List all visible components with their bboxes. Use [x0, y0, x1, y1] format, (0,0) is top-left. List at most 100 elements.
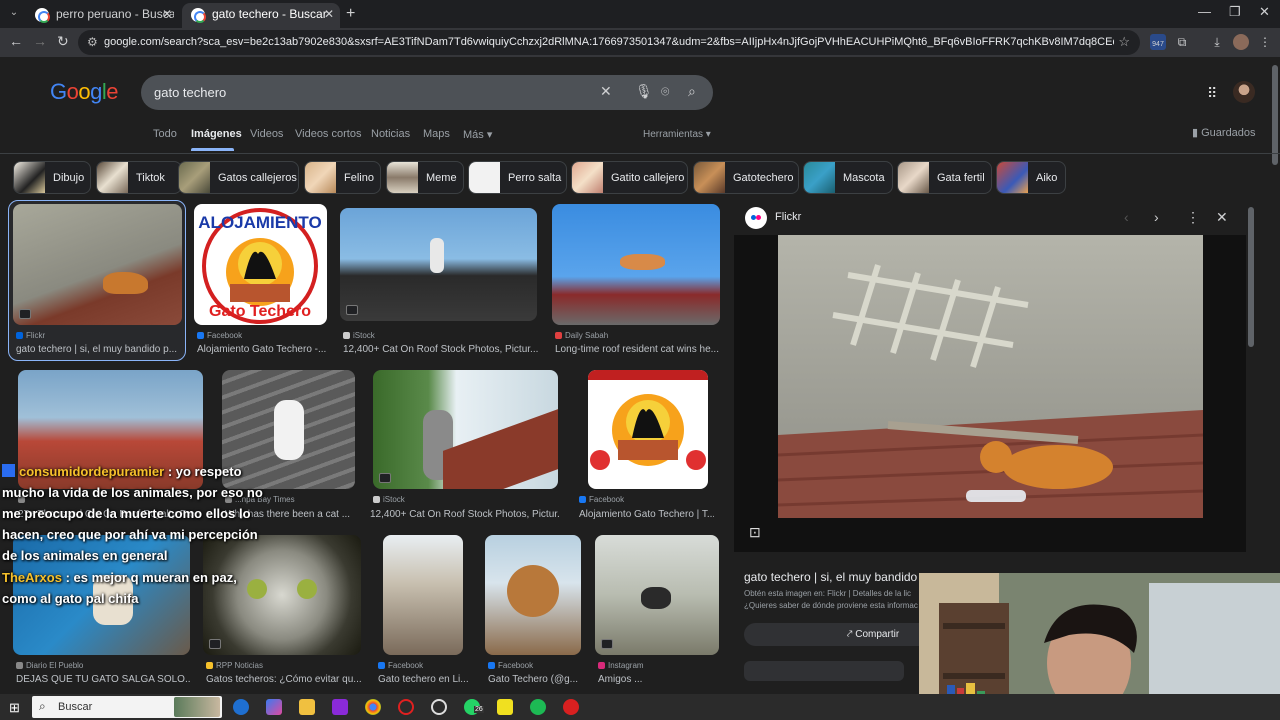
result-title[interactable]: Gato techero en Li... [378, 674, 468, 685]
close-panel-icon[interactable]: ✕ [1216, 209, 1228, 226]
spotify-icon[interactable] [530, 699, 546, 715]
microphone-icon[interactable]: 🎙 [635, 83, 653, 100]
tab-videos-cortos[interactable]: Videos cortos [295, 128, 361, 140]
search-icon[interactable]: ⌕ [688, 83, 696, 100]
address-bar[interactable]: ⚙ google.com/search?sca_esv=be2c13ab7902… [78, 30, 1140, 55]
chip-thumbnail [804, 162, 835, 193]
google-logo[interactable]: Google [50, 79, 119, 105]
chip-aiko[interactable]: Aiko [996, 161, 1066, 194]
panel-scrollbar[interactable] [1248, 207, 1254, 347]
lens-search-icon[interactable]: ⊡ [749, 524, 761, 541]
result-title[interactable]: gato techero | si, el muy bandido p... [16, 344, 181, 355]
more-options-icon[interactable]: ⋮ [1186, 209, 1200, 226]
herramientas-button[interactable]: Herramientas ▾ [643, 129, 711, 140]
new-tab-icon[interactable]: + [346, 5, 355, 23]
panel-site-name[interactable]: Flickr [775, 211, 801, 223]
url-text[interactable]: google.com/search?sca_esv=be2c13ab7902e8… [104, 36, 1114, 48]
tab-mas[interactable]: Más ▾ [463, 128, 492, 141]
result-source: Daily Sabah [555, 331, 608, 340]
close-tab-icon[interactable]: ✕ [324, 3, 334, 26]
windows-start-icon[interactable]: ⊞ [9, 700, 20, 716]
chip-gatito-callejero[interactable]: Gatito callejero [571, 161, 688, 194]
chip-gatotechero[interactable]: Gatotechero [693, 161, 799, 194]
tab-imagenes[interactable]: Imágenes [191, 128, 242, 140]
cat-shape [103, 272, 148, 294]
forward-icon[interactable]: → [33, 33, 47, 49]
chip-tiktok[interactable]: Tiktok [96, 161, 182, 194]
chip-thumbnail [469, 162, 500, 193]
result-image[interactable] [13, 204, 182, 325]
result-image[interactable] [552, 204, 720, 325]
tab-todo[interactable]: Todo [153, 128, 177, 140]
chip-dibujo[interactable]: Dibujo [13, 161, 91, 194]
notes-icon[interactable] [497, 699, 513, 715]
chip-perro-salta[interactable]: Perro salta [468, 161, 567, 194]
chrome-icon[interactable] [365, 699, 381, 715]
whatsapp-badge: 26 [474, 706, 484, 713]
app-icon[interactable] [332, 699, 348, 715]
result-source: Instagram [598, 661, 644, 670]
google-apps-icon[interactable]: ⠿ [1207, 85, 1217, 102]
chip-meme[interactable]: Meme [386, 161, 464, 194]
result-title[interactable]: 12,400+ Cat On Roof Stock Photos, Pictur… [370, 509, 560, 520]
opera-icon[interactable] [398, 699, 414, 715]
result-image[interactable] [588, 370, 708, 489]
chip-mascota[interactable]: Mascota [803, 161, 893, 194]
tab-search-icon[interactable]: ⌄ [6, 5, 22, 21]
restore-icon[interactable]: ❐ [1229, 4, 1241, 20]
account-avatar[interactable] [1233, 81, 1255, 103]
kebab-menu-icon[interactable]: ⋮ [1257, 34, 1273, 50]
result-image[interactable] [383, 535, 463, 655]
result-image[interactable]: ALOJAMIENTO Gato Techero [194, 204, 327, 325]
result-title[interactable]: Gato Techero (@g... [488, 674, 583, 685]
clear-search-icon[interactable]: ✕ [600, 83, 612, 100]
result-title[interactable]: Long-time roof resident cat wins he... [555, 344, 720, 355]
tab-gato-techero[interactable]: gato techero - Buscar con Goo ✕ [182, 3, 340, 28]
back-icon[interactable]: ← [9, 33, 23, 49]
result-title[interactable]: Gatos techeros: ¿Cómo evitar qu... [206, 674, 361, 685]
next-image-icon[interactable]: › [1154, 209, 1159, 225]
previous-image-icon[interactable]: ‹ [1124, 209, 1129, 225]
search-input[interactable]: gato techero [154, 85, 226, 100]
panel-related-thumb[interactable] [744, 661, 904, 681]
close-tab-icon[interactable]: ✕ [162, 3, 172, 26]
result-title[interactable]: Alojamiento Gato Techero | T... [579, 509, 714, 520]
result-image[interactable] [340, 208, 537, 321]
site-info-icon[interactable]: ⚙ [87, 35, 98, 49]
profile-avatar-icon[interactable] [1233, 34, 1249, 50]
chip-felino[interactable]: Felino [304, 161, 381, 194]
result-image[interactable] [373, 370, 558, 489]
reload-icon[interactable]: ↻ [57, 33, 69, 50]
result-image[interactable] [595, 535, 719, 655]
file-explorer-icon[interactable] [299, 699, 315, 715]
result-image[interactable] [485, 535, 581, 655]
tab-maps[interactable]: Maps [423, 128, 450, 140]
tab-videos[interactable]: Videos [250, 128, 283, 140]
panel-image-title[interactable]: gato techero | si, el muy bandido [744, 570, 917, 584]
chip-gata-fertil[interactable]: Gata fertil [897, 161, 992, 194]
chatgpt-icon[interactable] [431, 699, 447, 715]
page-scrollbar[interactable] [1272, 65, 1278, 165]
extensions-puzzle-icon[interactable]: ⧉ [1174, 34, 1190, 50]
guardados-button[interactable]: ▮ Guardados [1192, 126, 1256, 139]
recording-app-icon[interactable] [563, 699, 579, 715]
copilot-icon[interactable] [266, 699, 282, 715]
taskbar-search-box[interactable]: ⌕ Buscar [32, 696, 222, 718]
download-icon[interactable]: ⤓ [1209, 34, 1225, 50]
close-window-icon[interactable]: ✕ [1259, 4, 1270, 20]
result-title[interactable]: Amigos ... [598, 674, 718, 685]
stream-chat-overlay: consumidordepuramier : yo respeto mucho … [2, 461, 267, 609]
result-title[interactable]: 12,400+ Cat On Roof Stock Photos, Pictur… [343, 344, 538, 355]
panel-preview-image[interactable] [777, 235, 1204, 518]
result-title[interactable]: Alojamiento Gato Techero -... [197, 344, 327, 355]
bookmark-star-icon[interactable]: ☆ [1118, 34, 1130, 50]
tab-perro-peruano[interactable]: perro peruano - Buscar con Go ✕ [26, 3, 178, 28]
edge-icon[interactable] [233, 699, 249, 715]
lens-camera-icon[interactable]: ⌾ [661, 83, 669, 100]
chip-gatos-callejeros[interactable]: Gatos callejeros [178, 161, 299, 194]
result-title[interactable]: DEJAS QUE TU GATO SALGA SOLO... [16, 674, 191, 685]
minimize-icon[interactable]: — [1198, 4, 1211, 19]
extension-icon[interactable]: 947 [1150, 34, 1166, 50]
tab-noticias[interactable]: Noticias [371, 128, 410, 140]
search-box[interactable]: gato techero ✕ 🎙 ⌾ ⌕ [141, 75, 713, 110]
